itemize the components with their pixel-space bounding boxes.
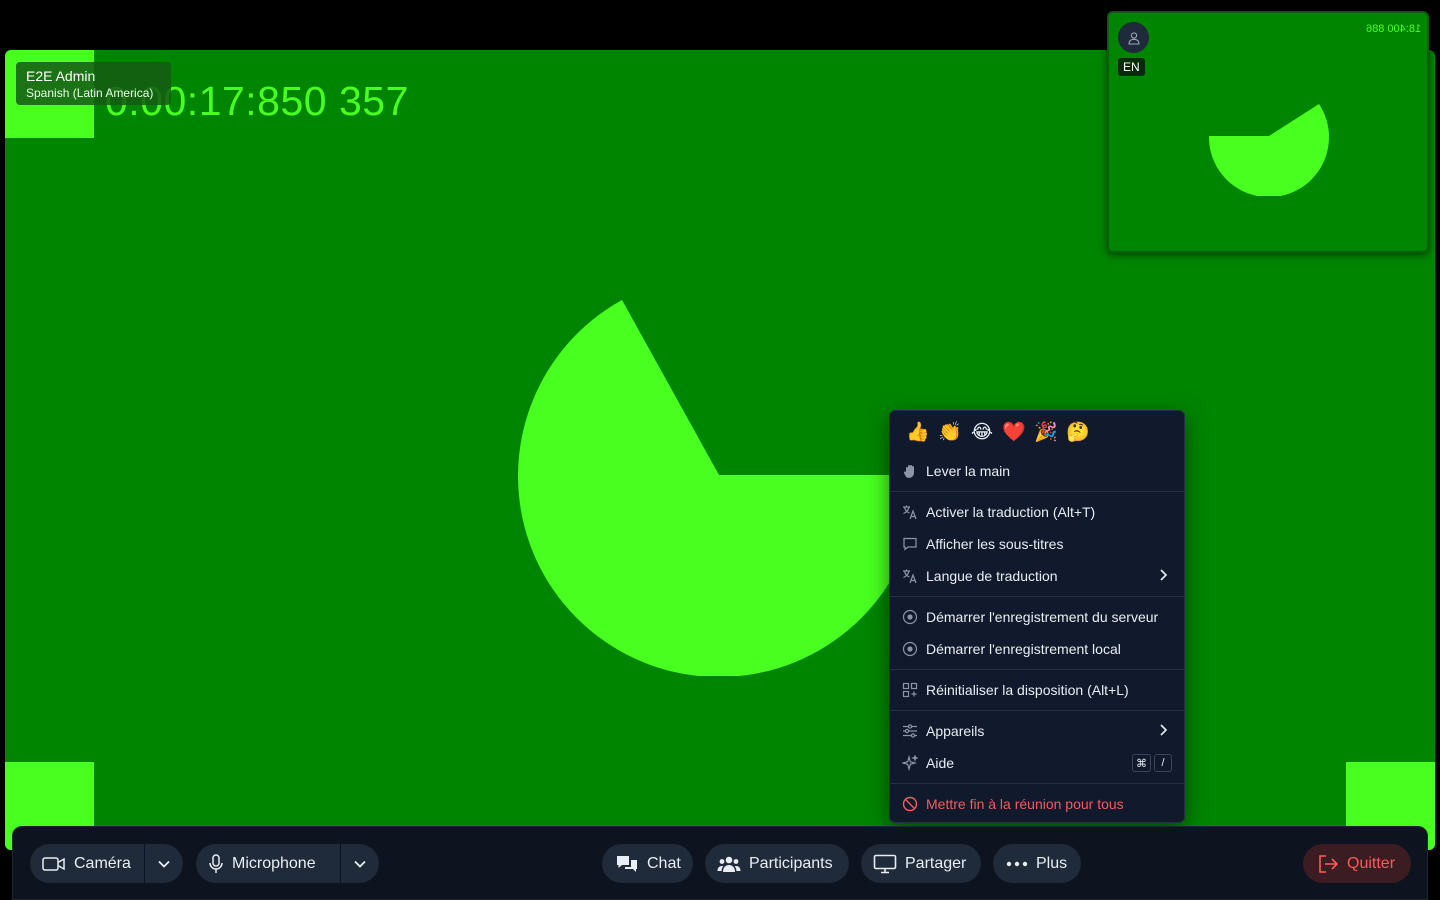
menu-divider (890, 783, 1184, 784)
language-badge: EN (1118, 58, 1145, 76)
avatar (1118, 22, 1149, 53)
menu-item-raise-hand[interactable]: Lever la main (890, 455, 1184, 487)
reaction-thumbs-up[interactable]: 👍 (906, 421, 930, 445)
test-pattern-pie (518, 300, 920, 676)
menu-divider (890, 669, 1184, 670)
menu-item-local-recording[interactable]: Démarrer l'enregistrement local (890, 633, 1184, 665)
forbidden-icon (902, 796, 918, 812)
reaction-laugh[interactable]: 😂 (970, 421, 994, 445)
user-icon (1127, 31, 1140, 45)
reaction-thinking[interactable]: 🤔 (1066, 421, 1090, 445)
menu-item-help[interactable]: Aide ⌘ / (890, 747, 1184, 779)
translate-icon (902, 568, 918, 584)
menu-item-end-meeting-for-all[interactable]: Mettre fin à la réunion pour tous (890, 788, 1184, 820)
translate-icon (902, 504, 918, 520)
record-icon (902, 641, 918, 657)
reaction-party[interactable]: 🎉 (1034, 421, 1058, 445)
sliders-icon (902, 723, 918, 739)
microphone-control-group: Microphone (196, 844, 379, 883)
shortcut-key-slash: / (1154, 754, 1172, 772)
participants-button[interactable]: Participants (705, 844, 849, 883)
speech-bubble-icon (902, 536, 918, 552)
menu-item-translation-language[interactable]: Langue de traduction (890, 560, 1184, 592)
participant-name: E2E Admin (26, 68, 96, 84)
microphone-button[interactable]: Microphone (196, 844, 341, 883)
microphone-options-dropdown[interactable] (341, 844, 379, 883)
microphone-icon (208, 853, 224, 874)
layout-grid-icon (902, 682, 918, 698)
meeting-toolbar: Caméra Microphone Chat Participants Part… (12, 826, 1428, 900)
menu-divider (890, 491, 1184, 492)
reaction-heart[interactable]: ❤️ (1002, 421, 1026, 445)
menu-item-show-subtitles[interactable]: Afficher les sous-titres (890, 528, 1184, 560)
chevron-right-icon (1158, 723, 1172, 740)
chevron-down-icon (158, 860, 170, 868)
self-view-test-pattern (1208, 104, 1329, 196)
sparkle-icon (902, 755, 918, 771)
participant-name-tag: E2E Admin Spanish (Latin America) (16, 62, 171, 105)
camera-control-group: Caméra (30, 844, 183, 883)
more-button[interactable]: Plus (993, 844, 1081, 883)
menu-divider (890, 710, 1184, 711)
share-button[interactable]: Partager (861, 844, 981, 883)
self-view-timecode: 18:400 886 (1365, 23, 1421, 35)
chat-button[interactable]: Chat (602, 844, 693, 883)
reactions-row: 👍 👏 😂 ❤️ 🎉 🤔 (890, 411, 1184, 455)
leave-icon (1317, 854, 1339, 874)
menu-item-reset-layout[interactable]: Réinitialiser la disposition (Alt+L) (890, 674, 1184, 706)
record-icon (902, 609, 918, 625)
quit-button[interactable]: Quitter (1303, 844, 1411, 883)
participant-language: Spanish (Latin America) (26, 86, 154, 100)
reaction-clap[interactable]: 👏 (938, 421, 962, 445)
video-camera-icon (42, 856, 66, 872)
users-icon (717, 855, 741, 873)
chevron-right-icon (1158, 568, 1172, 585)
menu-item-server-recording[interactable]: Démarrer l'enregistrement du serveur (890, 601, 1184, 633)
chat-bubbles-icon (615, 854, 639, 874)
more-options-menu: 👍 👏 😂 ❤️ 🎉 🤔 Lever la main Activer la tr… (889, 410, 1185, 823)
monitor-icon (873, 854, 897, 874)
shortcut-key-command: ⌘ (1132, 754, 1151, 772)
menu-item-devices[interactable]: Appareils (890, 715, 1184, 747)
menu-item-activate-translation[interactable]: Activer la traduction (Alt+T) (890, 496, 1184, 528)
hand-icon (902, 463, 918, 479)
camera-options-dropdown[interactable] (145, 844, 183, 883)
menu-divider (890, 596, 1184, 597)
chevron-down-icon (354, 860, 366, 868)
camera-button[interactable]: Caméra (30, 844, 145, 883)
self-view-tile[interactable]: EN 18:400 886 (1107, 11, 1429, 253)
more-dots-icon (1006, 861, 1028, 867)
